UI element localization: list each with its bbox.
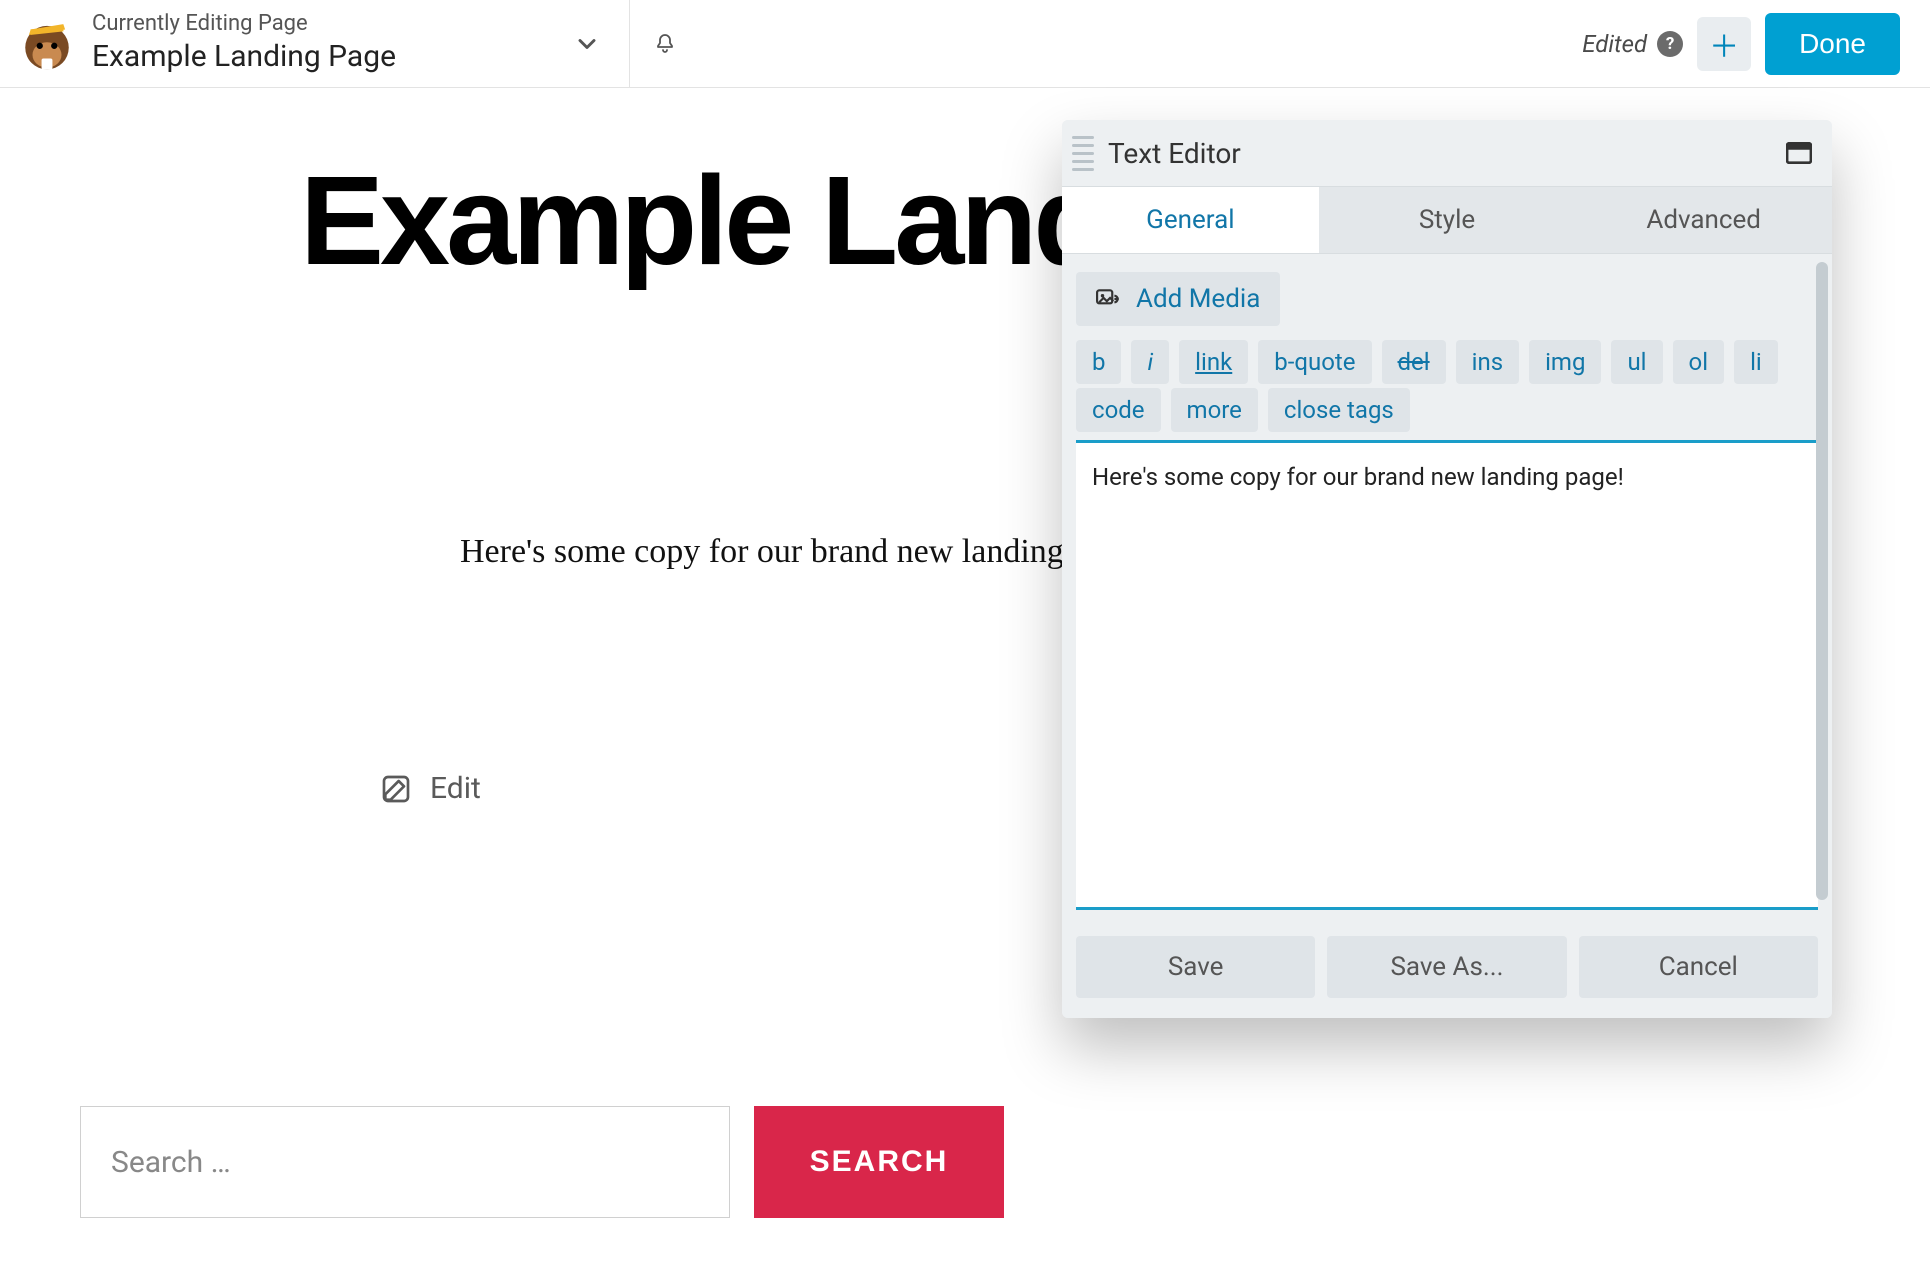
editor-content: Here's some copy for our brand new landi… (1092, 463, 1624, 491)
top-bar: Currently Editing Page Example Landing P… (0, 0, 1930, 88)
quicktag-row-2: code more close tags (1076, 388, 1818, 432)
panel-title: Text Editor (1108, 137, 1241, 170)
tab-style[interactable]: Style (1319, 187, 1576, 253)
search-row: SEARCH (80, 1106, 1850, 1218)
tab-general[interactable]: General (1062, 187, 1319, 253)
plus-icon: ＋ (1709, 22, 1739, 66)
quicktag-row-1: b i link b-quote del ins img ul ol li (1076, 340, 1818, 384)
done-button[interactable]: Done (1765, 13, 1900, 75)
panel-expand-button[interactable] (1786, 142, 1812, 164)
edited-indicator: Edited ? (1582, 30, 1683, 58)
topbar-left: Currently Editing Page Example Landing P… (0, 0, 630, 87)
panel-footer: Save Save As... Cancel (1062, 920, 1832, 1018)
help-icon[interactable]: ? (1657, 31, 1683, 57)
page-menu-toggle[interactable] (557, 30, 629, 58)
tag-bold[interactable]: b (1076, 340, 1121, 384)
tag-ol[interactable]: ol (1673, 340, 1725, 384)
tag-italic[interactable]: i (1131, 340, 1169, 384)
tag-more[interactable]: more (1171, 388, 1258, 432)
cancel-button[interactable]: Cancel (1579, 936, 1818, 998)
search-button[interactable]: SEARCH (754, 1106, 1004, 1218)
window-icon (1786, 142, 1812, 164)
save-as-button[interactable]: Save As... (1327, 936, 1566, 998)
tag-ins[interactable]: ins (1456, 340, 1519, 384)
media-icon (1096, 288, 1122, 310)
bell-icon (653, 31, 677, 57)
tag-bquote[interactable]: b-quote (1258, 340, 1371, 384)
tag-li[interactable]: li (1734, 340, 1778, 384)
drag-handle-icon[interactable] (1072, 136, 1094, 171)
add-media-label: Add Media (1136, 284, 1260, 314)
notifications-button[interactable] (630, 0, 700, 87)
panel-header[interactable]: Text Editor (1062, 120, 1832, 186)
page-title: Example Landing Page (92, 39, 557, 75)
save-button[interactable]: Save (1076, 936, 1315, 998)
tag-ul[interactable]: ul (1611, 340, 1662, 384)
tag-link[interactable]: link (1179, 340, 1248, 384)
edit-label: Edit (430, 771, 481, 806)
edit-icon (380, 773, 412, 805)
panel-body: Add Media b i link b-quote del ins img u… (1062, 254, 1832, 920)
panel-tabs: General Style Advanced (1062, 186, 1832, 254)
edited-label: Edited (1582, 30, 1647, 58)
search-input[interactable] (80, 1106, 730, 1218)
chevron-down-icon (573, 30, 601, 58)
tag-del[interactable]: del (1382, 340, 1446, 384)
add-media-button[interactable]: Add Media (1076, 272, 1280, 326)
context-label: Currently Editing Page (92, 12, 557, 36)
text-editor-panel: Text Editor General Style Advanced Add M… (1062, 120, 1832, 1018)
beaver-logo-icon (18, 15, 76, 73)
topbar-right: Edited ? ＋ Done (1582, 0, 1930, 87)
editor-textarea[interactable]: Here's some copy for our brand new landi… (1076, 440, 1818, 910)
tab-advanced[interactable]: Advanced (1575, 187, 1832, 253)
tag-close[interactable]: close tags (1268, 388, 1410, 432)
add-content-button[interactable]: ＋ (1697, 17, 1751, 71)
panel-scrollbar[interactable] (1816, 262, 1828, 900)
tag-img[interactable]: img (1529, 340, 1601, 384)
tag-code[interactable]: code (1076, 388, 1161, 432)
page-meta: Currently Editing Page Example Landing P… (92, 12, 557, 74)
